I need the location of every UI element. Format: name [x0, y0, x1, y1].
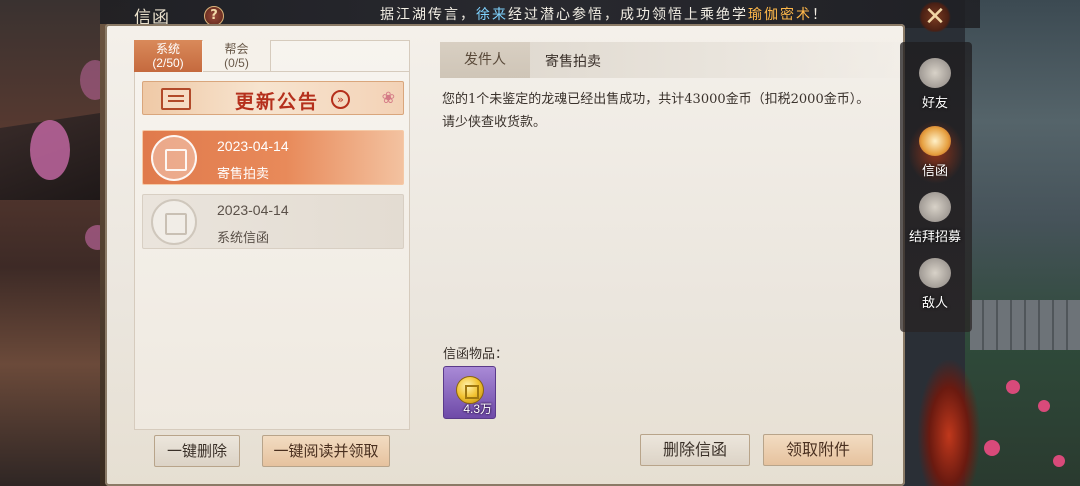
delete-mail-button[interactable]: 删除信函: [640, 434, 750, 466]
bond-recruit-icon: [919, 192, 951, 222]
nav-item-bond-recruit[interactable]: 结拜招募: [900, 190, 970, 254]
mail-seal-icon: [151, 135, 197, 181]
mail-icon: [919, 126, 951, 156]
tab-system[interactable]: 系统 (2/50): [134, 40, 202, 72]
mail-list-item[interactable]: 2023-04-14 寄售拍卖: [142, 130, 404, 185]
update-announcement-banner[interactable]: 更新公告 » ❀: [142, 81, 404, 115]
nav-label: 好友: [921, 96, 948, 111]
mail-subject: 寄售拍卖: [217, 167, 270, 182]
tab-guild[interactable]: 帮会 (0/5): [203, 40, 271, 72]
mail-subject: 系统信函: [217, 231, 270, 246]
tab-count: (0/5): [224, 56, 249, 70]
mail-seal-icon: [151, 199, 197, 245]
attachment-quantity: 4.3万: [463, 402, 492, 416]
tab-label: 帮会: [224, 42, 249, 56]
blossom-icon: ❀: [381, 88, 395, 107]
wall-decoration: [970, 300, 1080, 350]
claim-attachment-button[interactable]: 领取附件: [763, 434, 873, 466]
enemy-icon: [919, 258, 951, 288]
delete-all-button[interactable]: 一键删除: [154, 435, 240, 467]
mail-list-item[interactable]: 2023-04-14 系统信函: [142, 194, 404, 249]
nav-label: 信函: [921, 164, 948, 179]
attachment-item[interactable]: 4.3万: [443, 366, 496, 419]
scroll-icon: [161, 88, 191, 110]
close-icon[interactable]: ✕: [918, 2, 952, 32]
flower-decoration: [1053, 455, 1065, 467]
nav-item-mail[interactable]: 信函: [900, 120, 970, 188]
nav-label: 敌人: [921, 296, 948, 311]
friends-icon: [919, 58, 951, 88]
arrow-right-icon: »: [331, 90, 350, 109]
marquee-skill-name: 瑜伽密术: [748, 7, 812, 23]
flower-decoration: [1006, 380, 1020, 394]
read-and-claim-all-button[interactable]: 一键阅读并领取: [262, 435, 390, 467]
blossom-decoration: [30, 120, 70, 180]
tab-count: (2/50): [152, 56, 184, 70]
sender-label: 发件人: [440, 42, 530, 78]
nav-item-friends[interactable]: 好友: [900, 56, 970, 120]
sender-name: 寄售拍卖: [545, 54, 601, 70]
marquee-text: 经过潜心参悟，成功领悟上乘绝学: [508, 7, 748, 23]
mail-body: 您的1个未鉴定的龙魂已经出售成功，共计43000金币（扣税2000金币）。请少侠…: [442, 92, 870, 130]
tab-strip: [271, 40, 410, 72]
attachments-label: 信函物品：: [443, 347, 509, 362]
announcement-label: 更新公告: [235, 91, 320, 113]
marquee-text: 据江湖传言，: [380, 7, 476, 23]
phoenix-decoration: [918, 360, 980, 486]
nav-label: 结拜招募: [908, 230, 961, 245]
tab-label: 系统: [155, 42, 180, 56]
background-scenery-right: [965, 0, 1080, 486]
mail-date: 2023-04-14: [217, 138, 289, 154]
flower-decoration: [1038, 400, 1050, 412]
marquee-text: ！: [812, 7, 828, 23]
mail-date: 2023-04-14: [217, 202, 289, 218]
marquee-player-name: 徐来: [476, 7, 508, 23]
news-marquee: 据江湖传言，徐来经过潜心参悟，成功领悟上乘绝学瑜伽密术！: [380, 4, 828, 24]
flower-decoration: [984, 440, 1000, 456]
help-icon[interactable]: ?: [204, 6, 224, 26]
nav-item-enemy[interactable]: 敌人: [900, 256, 970, 320]
